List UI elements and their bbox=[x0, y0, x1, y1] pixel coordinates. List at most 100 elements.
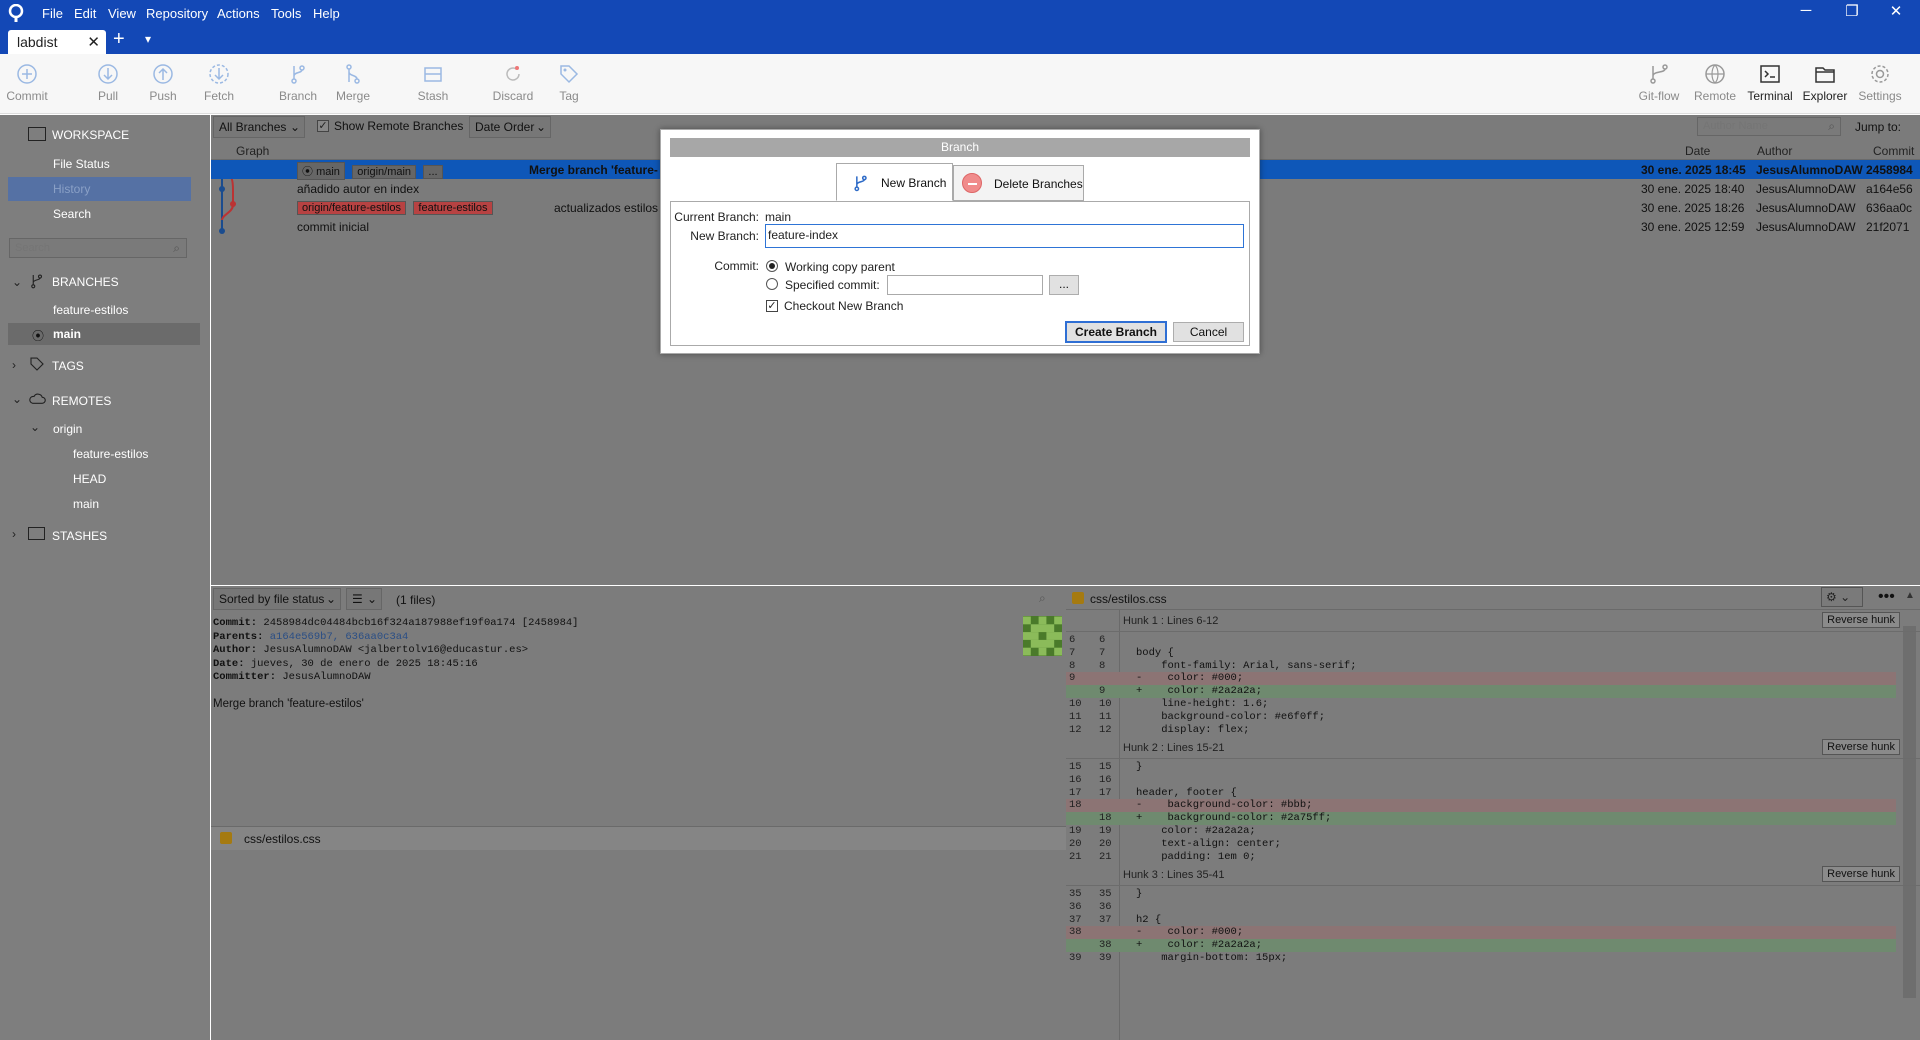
sidebar-search-field[interactable] bbox=[10, 239, 160, 257]
explorer-button[interactable]: Explorer bbox=[1801, 54, 1849, 114]
column-commit[interactable]: Commit bbox=[1873, 144, 1914, 158]
reverse-hunk-button[interactable]: Reverse hunk bbox=[1822, 866, 1900, 882]
sidebar-branch-feature-estilos[interactable]: feature-estilos bbox=[53, 303, 128, 317]
date-order-dropdown[interactable]: Date Order ⌄ bbox=[469, 116, 551, 138]
tag-label: Tag bbox=[559, 89, 579, 103]
sidebar-branch-main[interactable]: ⦿ main bbox=[8, 323, 200, 345]
menu-tools[interactable]: Tools bbox=[271, 6, 301, 21]
file-name: css/estilos.css bbox=[244, 832, 321, 846]
browse-commit-button[interactable]: ... bbox=[1049, 275, 1079, 295]
commit-date: 30 ene. 2025 18:45 bbox=[1641, 163, 1746, 177]
menu-help[interactable]: Help bbox=[313, 6, 340, 21]
view-mode-dropdown[interactable]: ☰ ⌄ bbox=[346, 588, 382, 610]
all-branches-dropdown[interactable]: All Branches ⌄ bbox=[213, 116, 305, 138]
column-graph[interactable]: Graph bbox=[236, 144, 269, 158]
commit-button[interactable]: Commit bbox=[4, 54, 50, 114]
tab-delete-branches[interactable]: Delete Branches bbox=[953, 165, 1084, 201]
diff-options-button[interactable]: ⚙ ⌄ bbox=[1821, 587, 1863, 607]
parents-value[interactable]: a164e569b7, 636aa0c3a4 bbox=[270, 631, 409, 643]
chevron-down-icon[interactable]: ⌄ bbox=[30, 420, 40, 434]
scroll-up-icon[interactable]: ▲ bbox=[1905, 590, 1915, 601]
reverse-hunk-button[interactable]: Reverse hunk bbox=[1822, 739, 1900, 755]
column-author[interactable]: Author bbox=[1757, 144, 1792, 158]
more-options-icon[interactable]: ••• bbox=[1878, 588, 1895, 606]
settings-button[interactable]: Settings bbox=[1857, 54, 1903, 114]
discard-button[interactable]: Discard bbox=[490, 54, 536, 114]
gitflow-icon bbox=[1650, 64, 1668, 84]
modified-file-icon bbox=[220, 832, 232, 844]
diff-line: 66 bbox=[1066, 634, 1896, 647]
dialog-title: Branch bbox=[670, 138, 1250, 157]
remotes-header[interactable]: REMOTES bbox=[52, 394, 111, 408]
working-copy-label: Working copy parent bbox=[785, 260, 895, 274]
tag-button[interactable]: Tag bbox=[555, 54, 583, 114]
sort-dropdown[interactable]: Sorted by file status ⌄ bbox=[213, 588, 341, 610]
checkout-checkbox[interactable]: ✓ bbox=[766, 300, 778, 312]
commit-info: Commit: 2458984dc04484bcb16f324a187988ef… bbox=[213, 617, 578, 712]
pull-button[interactable]: Pull bbox=[90, 54, 126, 114]
remote-button[interactable]: Remote bbox=[1693, 54, 1737, 114]
column-date[interactable]: Date bbox=[1685, 144, 1710, 158]
ref-badge: feature-estilos bbox=[413, 201, 493, 215]
branch-button[interactable]: Branch bbox=[278, 54, 318, 114]
ref-badge: origin/main bbox=[352, 165, 417, 179]
search-icon: ⌕ bbox=[173, 241, 180, 255]
add-tab-button[interactable]: + bbox=[113, 28, 125, 51]
close-window-button[interactable]: ✕ bbox=[1876, 2, 1916, 20]
tab-new-branch-label: New Branch bbox=[881, 176, 947, 190]
workspace-header[interactable]: WORKSPACE bbox=[52, 128, 129, 142]
tab-dropdown-icon[interactable]: ▾ bbox=[145, 32, 151, 46]
merge-button[interactable]: Merge bbox=[333, 54, 373, 114]
remote-branch-feature-estilos[interactable]: feature-estilos bbox=[73, 447, 148, 461]
menu-edit[interactable]: Edit bbox=[74, 6, 96, 21]
menu-actions[interactable]: Actions bbox=[217, 6, 260, 21]
fetch-button[interactable]: Fetch bbox=[200, 54, 238, 114]
create-branch-button[interactable]: Create Branch bbox=[1065, 321, 1167, 343]
sidebar-item-history[interactable]: History bbox=[8, 177, 191, 201]
diff-line-text: line-height: 1.6; bbox=[1136, 698, 1269, 710]
file-list-item[interactable]: css/estilos.css bbox=[211, 827, 1066, 850]
chevron-down-icon[interactable]: ⌄ bbox=[12, 275, 22, 289]
menu-view[interactable]: View bbox=[108, 6, 136, 21]
search-icon[interactable]: ⌕ bbox=[1039, 591, 1046, 606]
gitflow-button[interactable]: Git-flow bbox=[1636, 54, 1682, 114]
menu-file[interactable]: File bbox=[42, 6, 63, 21]
tags-header[interactable]: TAGS bbox=[52, 359, 84, 373]
diff-line-text: - color: #000; bbox=[1136, 672, 1244, 685]
reverse-hunk-button[interactable]: Reverse hunk bbox=[1822, 612, 1900, 628]
remote-branch-head[interactable]: HEAD bbox=[73, 472, 106, 486]
minimize-button[interactable]: ─ bbox=[1786, 2, 1826, 19]
stash-button[interactable]: Stash bbox=[413, 54, 453, 114]
specified-commit-input[interactable] bbox=[887, 275, 1043, 295]
diff-line-text: display: flex; bbox=[1136, 723, 1250, 736]
remote-branch-main[interactable]: main bbox=[73, 497, 99, 511]
branches-header[interactable]: BRANCHES bbox=[52, 275, 119, 289]
menu-repository[interactable]: Repository bbox=[146, 6, 208, 21]
cloud-icon bbox=[28, 391, 46, 408]
commit-author: JesusAlumnoDAW bbox=[1756, 163, 1863, 177]
close-tab-icon[interactable]: ✕ bbox=[87, 33, 100, 51]
cancel-button[interactable]: Cancel bbox=[1173, 322, 1244, 342]
repo-tab[interactable]: labdist ✕ bbox=[8, 30, 106, 55]
working-copy-radio[interactable] bbox=[766, 260, 778, 272]
diff-line: 36 36 bbox=[1066, 901, 1896, 914]
tab-new-branch[interactable]: New Branch bbox=[836, 163, 953, 201]
new-branch-input[interactable]: feature-index bbox=[765, 224, 1244, 248]
diff-line: 38 + color: #2a2a2a; bbox=[1066, 939, 1896, 952]
restore-button[interactable]: ❐ bbox=[1832, 2, 1872, 20]
remote-origin[interactable]: origin bbox=[53, 422, 82, 436]
terminal-button[interactable]: Terminal bbox=[1745, 54, 1795, 114]
chevron-right-icon[interactable]: › bbox=[12, 358, 16, 372]
author-search-input[interactable]: ⌕ bbox=[1697, 117, 1841, 136]
chevron-right-icon[interactable]: › bbox=[12, 527, 16, 541]
branch-icon bbox=[291, 65, 305, 84]
tag-icon bbox=[560, 65, 579, 84]
chevron-down-icon[interactable]: ⌄ bbox=[12, 392, 22, 406]
sidebar-item-search[interactable]: Search bbox=[53, 207, 91, 221]
specified-commit-radio[interactable] bbox=[766, 278, 778, 290]
sidebar-item-file-status[interactable]: File Status bbox=[53, 157, 110, 171]
sidebar-search-input[interactable]: ⌕ bbox=[9, 238, 187, 258]
stashes-header[interactable]: STASHES bbox=[52, 529, 107, 543]
push-button[interactable]: Push bbox=[145, 54, 181, 114]
author-search-field[interactable] bbox=[1698, 118, 1818, 134]
